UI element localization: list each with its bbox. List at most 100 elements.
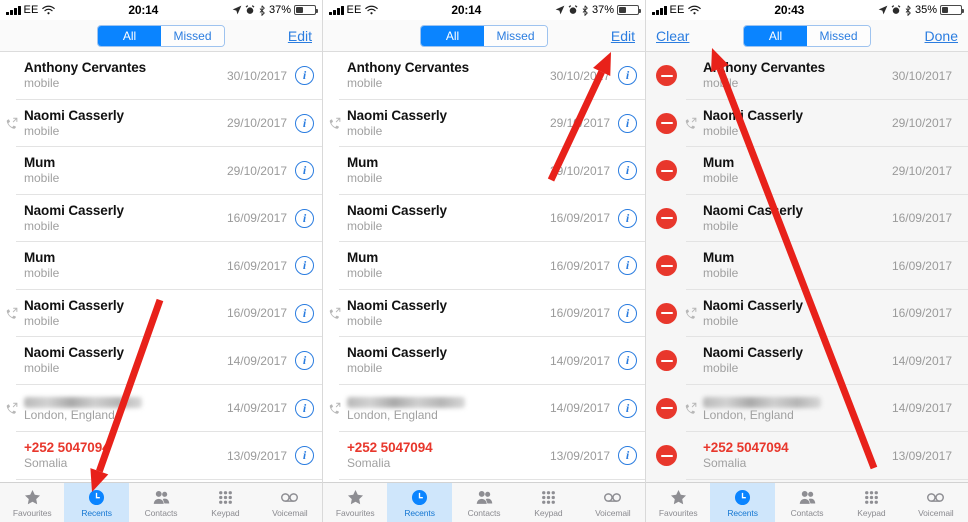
tab-label: Voicemail [595,508,631,518]
delete-call-button[interactable] [656,445,677,467]
call-info-button[interactable]: i [618,351,637,371]
call-info-button[interactable]: i [295,256,314,276]
status-right: 35% [878,4,964,16]
call-row[interactable]: Naomi Casserly mobile 16/09/2017 i [323,290,645,338]
caller-name: Naomi Casserly [347,202,447,218]
call-info-button[interactable]: i [618,303,637,323]
call-row[interactable]: Mum mobile 16/09/2017 [646,242,968,290]
call-row[interactable]: Naomi Casserly mobile 14/09/2017 [646,337,968,385]
call-info-button[interactable]: i [618,446,637,466]
recents-call-list[interactable]: Anthony Cervantes mobile 30/10/2017 i Naomi … [0,52,322,482]
caller-subtitle: mobile [347,123,383,138]
call-date: 14/09/2017 [226,353,287,368]
call-info-button[interactable]: i [295,351,314,371]
edit-button[interactable]: Edit [268,28,312,44]
recents-call-list[interactable]: Anthony Cervantes mobile 30/10/2017 i Naomi … [323,52,645,482]
call-row[interactable]: Naomi Casserly mobile 29/10/2017 i [0,100,322,148]
call-info-button[interactable]: i [295,113,314,133]
segment-missed[interactable]: Missed [807,25,870,46]
delete-call-button[interactable] [656,397,677,419]
call-info-button[interactable]: i [618,208,637,228]
outgoing-call-icon [327,117,341,130]
delete-call-button[interactable] [656,350,677,372]
call-row[interactable]: Naomi Casserly mobile 16/09/2017 i [0,290,322,338]
call-row-text: Naomi Casserly mobile [343,345,550,376]
call-row[interactable]: Anthony Cervantes mobile 30/10/2017 i [323,52,645,100]
call-info-button[interactable]: i [295,208,314,228]
segment-all[interactable]: All [421,25,484,46]
delete-call-button[interactable] [656,65,677,87]
call-row[interactable]: Mum mobile 29/10/2017 i [0,147,322,195]
segment-missed[interactable]: Missed [161,25,224,46]
delete-call-button[interactable] [656,112,677,134]
call-row[interactable]: Naomi Casserly mobile 16/09/2017 [646,195,968,243]
tab-favourites[interactable]: Favourites [323,483,387,522]
call-row[interactable]: +252 5047094 Somalia 13/09/2017 [646,432,968,480]
segment-all[interactable]: All [98,25,161,46]
tab-recents[interactable]: Recents [710,483,775,522]
call-row[interactable]: Naomi Casserly mobile 16/09/2017 i [323,195,645,243]
tab-contacts[interactable]: Contacts [452,483,516,522]
call-row[interactable]: Mum mobile 29/10/2017 i [323,147,645,195]
call-row[interactable]: Naomi Casserly mobile 16/09/2017 [646,290,968,338]
tab-keypad[interactable]: Keypad [839,483,903,522]
caller-subtitle: mobile [24,313,60,328]
call-row[interactable]: +252 5047094 Somalia 13/09/2017 i [0,432,322,480]
call-date: 14/09/2017 [549,353,610,368]
call-row[interactable]: Naomi Casserly mobile 14/09/2017 i [323,337,645,385]
tab-recents[interactable]: Recents [64,483,129,522]
tab-voicemail[interactable]: Voicemail [258,483,322,522]
call-row[interactable]: Naomi Casserly mobile 29/10/2017 i [323,100,645,148]
call-date: 16/09/2017 [226,306,287,321]
call-info-button[interactable]: i [295,303,314,323]
tab-voicemail[interactable]: Voicemail [581,483,645,522]
call-row[interactable]: Anthony Cervantes mobile 30/10/2017 [646,52,968,100]
call-row[interactable]: Anthony Cervantes mobile 30/10/2017 i [0,52,322,100]
call-row[interactable]: Mum mobile 29/10/2017 [646,147,968,195]
call-info-button[interactable]: i [618,398,637,418]
call-info-button[interactable]: i [295,161,314,181]
clock-icon [87,487,106,507]
recents-call-list[interactable]: Anthony Cervantes mobile 30/10/2017 Naomi C… [646,52,968,482]
call-info-button[interactable]: i [618,256,637,276]
caller-subtitle: mobile [24,76,60,91]
tab-keypad[interactable]: Keypad [193,483,257,522]
segment-all[interactable]: All [744,25,807,46]
call-filter-segmented-control[interactable]: All Missed [377,24,591,47]
call-row[interactable]: Naomi Casserly mobile 14/09/2017 i [0,337,322,385]
call-info-button[interactable]: i [618,66,637,86]
delete-call-button[interactable] [656,302,677,324]
call-row[interactable]: Naomi Casserly mobile 16/09/2017 i [0,195,322,243]
call-info-button[interactable]: i [618,113,637,133]
call-filter-segmented-control[interactable]: All Missed [700,24,914,47]
tab-favourites[interactable]: Favourites [0,483,64,522]
done-button[interactable]: Done [914,28,958,44]
clear-button[interactable]: Clear [656,28,700,44]
tab-contacts[interactable]: Contacts [129,483,193,522]
delete-call-button[interactable] [656,255,677,277]
call-filter-segmented-control[interactable]: All Missed [54,24,268,47]
call-info-button[interactable]: i [295,398,314,418]
call-info-button[interactable]: i [295,66,314,86]
call-info-button[interactable]: i [295,446,314,466]
delete-call-button[interactable] [656,207,677,229]
delete-call-button[interactable] [656,160,677,182]
voicemail-icon [603,487,622,507]
tab-voicemail[interactable]: Voicemail [904,483,968,522]
star-icon [346,487,365,507]
call-row[interactable]: London, England 14/09/2017 [646,385,968,433]
call-row[interactable]: Naomi Casserly mobile 29/10/2017 [646,100,968,148]
tab-keypad[interactable]: Keypad [516,483,580,522]
edit-button[interactable]: Edit [591,28,635,44]
call-row[interactable]: London, England 14/09/2017 i [323,385,645,433]
call-row[interactable]: London, England 14/09/2017 i [0,385,322,433]
tab-favourites[interactable]: Favourites [646,483,710,522]
tab-recents[interactable]: Recents [387,483,452,522]
caller-subtitle: mobile [703,76,739,91]
segment-missed[interactable]: Missed [484,25,547,46]
tab-contacts[interactable]: Contacts [775,483,839,522]
call-row[interactable]: Mum mobile 16/09/2017 i [323,242,645,290]
call-row[interactable]: +252 5047094 Somalia 13/09/2017 i [323,432,645,480]
call-info-button[interactable]: i [618,161,637,181]
call-row[interactable]: Mum mobile 16/09/2017 i [0,242,322,290]
